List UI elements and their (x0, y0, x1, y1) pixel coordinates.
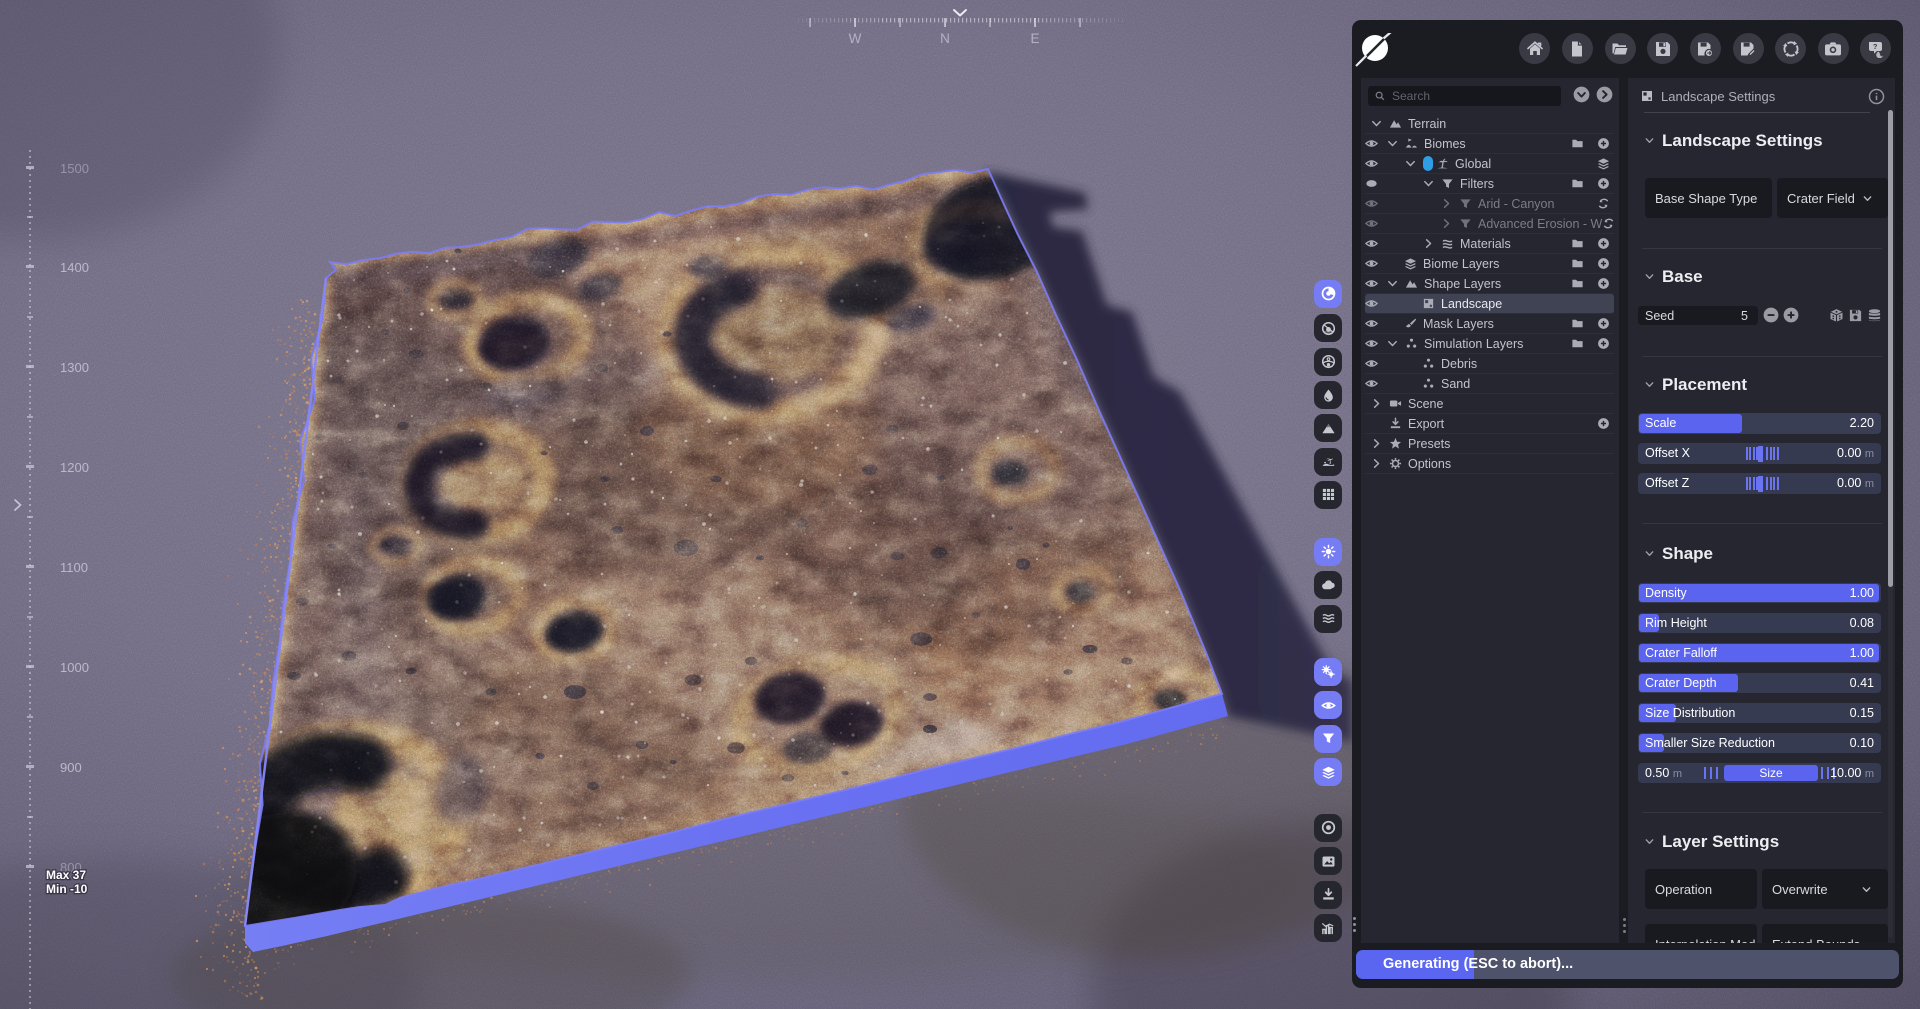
svg-text:Max 37: Max 37 (46, 868, 86, 882)
svg-text:1400: 1400 (60, 260, 89, 275)
svg-text:1300: 1300 (60, 360, 89, 375)
svg-text:1100: 1100 (60, 560, 88, 575)
svg-text:W: W (849, 31, 862, 46)
svg-text:E: E (1030, 31, 1039, 46)
svg-text:1500: 1500 (60, 161, 89, 176)
svg-text:Min -10: Min -10 (46, 882, 88, 896)
svg-text:900: 900 (60, 760, 82, 775)
svg-text:1000: 1000 (60, 660, 89, 675)
svg-text:N: N (940, 31, 950, 46)
svg-text:1200: 1200 (60, 460, 89, 475)
